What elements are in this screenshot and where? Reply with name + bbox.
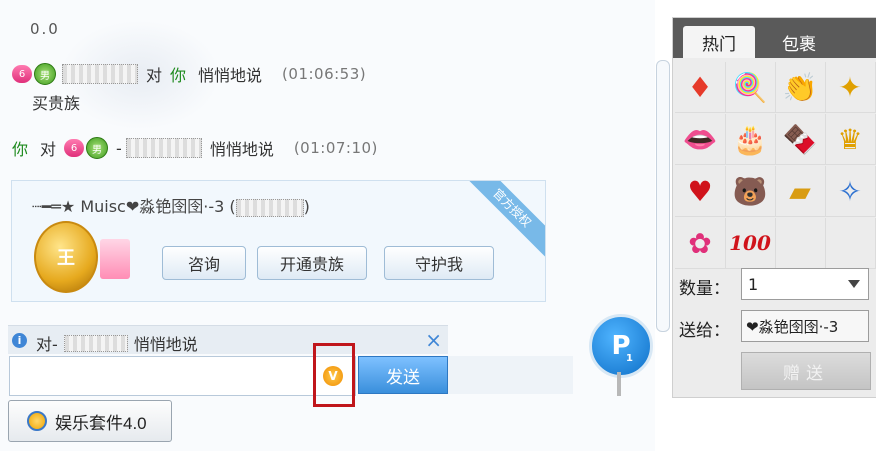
quantity-label: 数量： <box>679 279 730 299</box>
gift-grid: ♦ 🍭 👏 ✦ 👄 🎂 🍫 ♛ ♥ 🐻 ▰ ✧ ✿ 100 <box>673 62 876 274</box>
suite-label: 娱乐套件4.0 <box>55 413 147 433</box>
recipient-label: 送给： <box>679 321 730 341</box>
level-badge-icon: 6 <box>64 139 85 157</box>
whisper-action: 悄悄地说 <box>133 335 198 354</box>
consult-button[interactable]: 咨询 <box>162 246 246 280</box>
quantity-select[interactable]: 1 <box>741 268 869 300</box>
quantity-value: 1 <box>748 274 759 294</box>
message-time: (01:06:53) <box>282 65 367 83</box>
whisper-target-redacted <box>63 334 128 352</box>
send-button[interactable]: 发送 <box>358 356 448 394</box>
cake-icon[interactable]: 🎂 <box>725 114 776 165</box>
suite-icon <box>27 411 47 431</box>
noble-card: ┈━═★ Muisc❤淼铯囹囹·-3 () 官方授权 王 咨询 开通贵族 守护我 <box>11 180 546 302</box>
highlight-annotation <box>313 343 355 407</box>
give-gift-button[interactable]: 赠送 <box>741 352 871 390</box>
empty-gift-slot <box>825 218 876 269</box>
heart-card-icon[interactable]: ♦ <box>675 62 726 113</box>
chat-scrollbar[interactable] <box>656 60 670 332</box>
whisper-target-bar: i 对- 悄悄地说 × <box>8 325 448 354</box>
chevron-down-icon <box>848 280 860 288</box>
pink-badge-icon[interactable]: ✿ <box>675 218 726 269</box>
close-icon[interactable]: × <box>425 328 442 352</box>
parking-icon[interactable]: P 1 <box>589 314 653 378</box>
receiver-you[interactable]: 你 <box>170 62 186 86</box>
chat-message: 6 男 对 你 悄悄地说 (01:06:53) <box>12 62 366 86</box>
lollipop-icon[interactable]: 🍭 <box>725 62 776 113</box>
tab-hot[interactable]: 热门 <box>683 26 755 58</box>
parking-pole <box>617 372 621 396</box>
empty-gift-slot <box>775 218 826 269</box>
recipient-field[interactable]: ❤淼铯囹囹·-3 <box>741 310 869 342</box>
message-time: (01:07:10) <box>293 139 378 157</box>
fairy-wand-icon[interactable]: ✧ <box>825 166 876 217</box>
clapping-hands-icon[interactable]: 👏 <box>775 62 826 113</box>
parking-count: 1 <box>626 353 633 364</box>
magic-wand-icon[interactable]: ✦ <box>825 62 876 113</box>
chocolate-icon[interactable]: 🍫 <box>775 114 826 165</box>
sender-you[interactable]: 你 <box>12 136 28 160</box>
whisper-target-text: 对- 悄悄地说 <box>36 331 198 355</box>
card-title-paren-close: ) <box>303 197 310 216</box>
chat-area: 0.0 6 男 对 你 悄悄地说 (01:06:53) 买贵族 你 对 6 男 … <box>0 0 655 451</box>
lips-icon[interactable]: 👄 <box>675 114 726 165</box>
guard-me-button[interactable]: 守护我 <box>384 246 494 280</box>
gender-badge-icon: 男 <box>86 137 109 159</box>
tab-package[interactable]: 包裹 <box>763 26 835 58</box>
to-word: 对 <box>146 66 163 85</box>
chat-message: 你 对 6 男 - 悄悄地说 (01:07:10) <box>12 136 378 160</box>
heart-arrow-icon[interactable]: ♥ <box>675 166 726 217</box>
whisper-action: 悄悄地说 <box>209 140 274 159</box>
gold-bar-icon[interactable]: ▰ <box>775 166 826 217</box>
card-title-text: ┈━═★ Muisc❤淼铯囹囹·-3 <box>32 197 225 216</box>
gender-badge-icon: 男 <box>34 63 56 85</box>
input-area-background <box>448 356 573 394</box>
gift-panel: 热门 包裹 ♦ 🍭 👏 ✦ 👄 🎂 🍫 ♛ ♥ 🐻 ▰ ✧ ✿ 100 数量： … <box>672 17 876 398</box>
receiver-name-redacted[interactable] <box>125 138 202 158</box>
gift-box-icon <box>100 239 130 279</box>
user-id-redacted <box>235 198 304 217</box>
teddy-bear-icon[interactable]: 🐻 <box>725 166 776 217</box>
king-medal-icon: 王 <box>34 221 98 293</box>
to-word: 对 <box>40 140 57 159</box>
crown-icon[interactable]: ♛ <box>825 114 876 165</box>
chat-input[interactable] <box>9 356 356 396</box>
whisper-action: 悄悄地说 <box>198 66 263 85</box>
sender-name-redacted[interactable] <box>62 64 138 84</box>
system-text: 0.0 <box>30 20 60 38</box>
score-100-text: 100 <box>729 231 771 255</box>
dash: - <box>116 138 122 158</box>
open-noble-button[interactable]: 开通贵族 <box>257 246 367 280</box>
entertainment-suite-button[interactable]: 娱乐套件4.0 <box>8 400 172 442</box>
card-title: ┈━═★ Muisc❤淼铯囹囹·-3 () <box>32 193 310 217</box>
info-icon: i <box>12 333 27 348</box>
score-100-icon[interactable]: 100 <box>725 218 776 269</box>
whisper-prefix: 对- <box>36 335 58 354</box>
level-badge-icon: 6 <box>12 65 32 83</box>
message-content: 买贵族 <box>32 94 81 113</box>
gift-tab-strip: 热门 包裹 <box>673 18 876 58</box>
